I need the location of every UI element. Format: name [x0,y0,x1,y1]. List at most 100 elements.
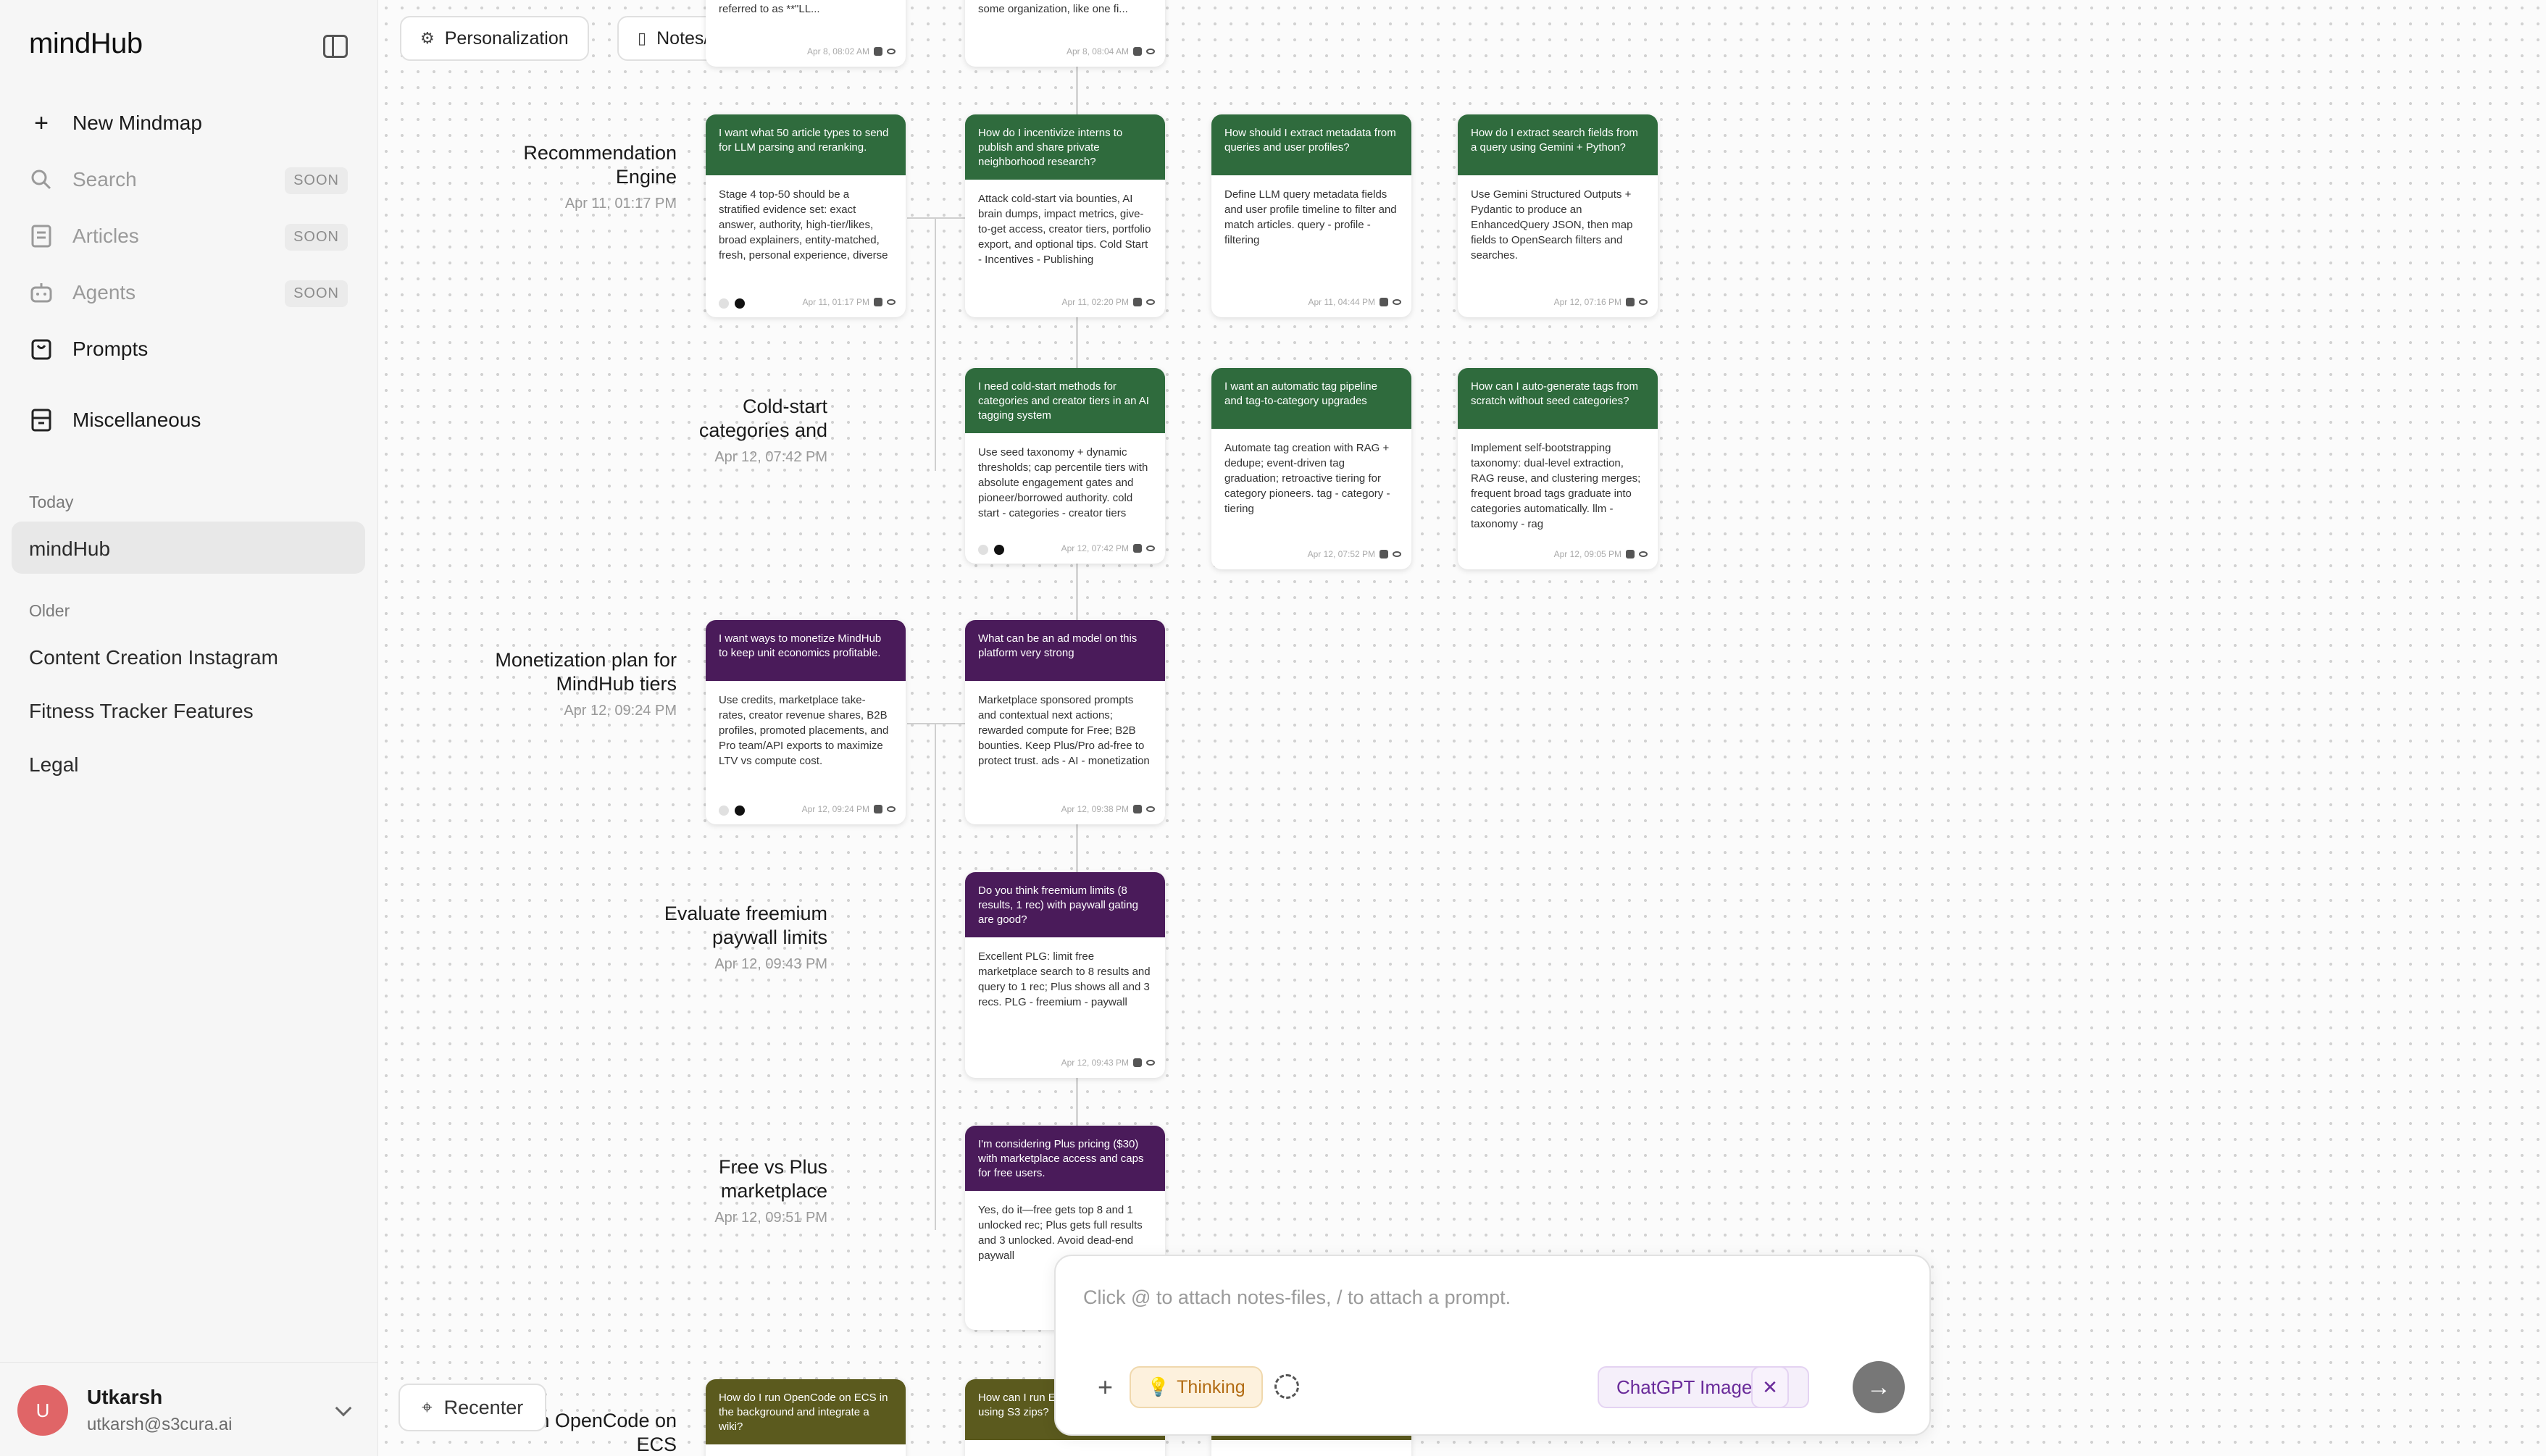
sidebar-item-miscellaneous[interactable]: Miscellaneous [29,398,348,442]
sidebar-item-label: Agents [72,281,136,304]
loading-circle-icon[interactable] [1274,1374,1299,1399]
sidebar-item-label: Prompts [72,338,149,360]
history-item[interactable]: Fitness Tracker Features [29,700,254,723]
card[interactable]: I need cold-start methods for categories… [965,368,1165,564]
card-answer: Use Gemini Structured Outputs + Pydantic… [1471,188,1633,262]
connector-line [907,723,965,724]
section-older: Older [29,601,70,620]
card[interactable]: How can I auto-generate tags from scratc… [1458,368,1658,569]
card-footer: Apr 12, 07:42 PM [1061,543,1155,553]
card[interactable]: How do I incentivize interns to publish … [965,114,1165,317]
card[interactable]: some organization, like one fi... Apr 8,… [965,0,1165,67]
card-question: How can I auto-generate tags from scratc… [1458,368,1658,429]
node-date: Apr 12, 07:42 PM [714,449,827,465]
card-question: What can be an ad model on this platform… [965,620,1165,681]
eye-icon [887,806,896,812]
user-menu[interactable]: U Utkarsh utkarsh@s3cura.ai [0,1362,378,1456]
eye-icon [1146,1060,1155,1066]
card-answer: Define LLM query metadata fields and use… [1224,188,1397,246]
new-mindmap-label: New Mindmap [72,112,202,134]
history-item[interactable]: mindHub [29,537,110,561]
sidebar-item-prompts[interactable]: Prompts [29,327,348,371]
eye-icon [1146,49,1155,54]
card-footer: Apr 12, 07:16 PM [1554,297,1648,307]
composer[interactable]: Click @ to attach notes-files, / to atta… [1054,1255,1931,1436]
card-answer: Implement self-bootstrapping taxonomy: d… [1471,442,1641,530]
robot-icon [29,280,54,305]
card-question: How should I extract metadata from queri… [1211,114,1411,175]
connector-line [935,723,936,1230]
chevron-down-icon[interactable] [335,1399,352,1417]
node-date: Apr 11, 01:17 PM [564,196,677,212]
layers-icon [874,805,882,813]
card-footer: Apr 8, 08:04 AM [1067,46,1155,57]
history-item[interactable]: Legal [29,753,79,777]
card-date: Apr 12, 07:42 PM [1061,543,1129,553]
card[interactable]: Do you think freemium limits (8 results,… [965,872,1165,1078]
card[interactable]: How do I extract search fields from a qu… [1458,114,1658,317]
card-date: Apr 11, 02:20 PM [1061,297,1130,307]
box-icon [29,408,54,432]
card-date: Apr 12, 07:52 PM [1307,549,1375,559]
card[interactable]: referred to as **"LL... Apr 8, 08:02 AM [706,0,906,67]
sidebar-item-label: Articles [72,225,139,247]
collapse-sidebar-icon[interactable] [323,35,348,58]
user-icon [719,298,729,309]
sidebar-item-articles[interactable]: Articles SOON [29,214,348,258]
user-icon [978,545,988,555]
soon-badge: SOON [285,280,348,307]
card-date: Apr 8, 08:02 AM [806,46,869,57]
node-date: Apr 12, 09:51 PM [714,1210,827,1226]
layers-icon [1133,544,1142,553]
layers-icon [1626,550,1635,558]
sidebar-item-search[interactable]: Search SOON [29,158,348,201]
card[interactable]: I want an automatic tag pipeline and tag… [1211,368,1411,569]
card-date: Apr 12, 09:24 PM [801,804,869,814]
layers-icon [1380,550,1388,558]
openai-icon [735,806,745,816]
node-title[interactable]: Recommendation Engine [458,141,677,189]
recenter-label: Recenter [443,1396,524,1418]
personalization-button[interactable]: ⚙ Personalization [400,16,589,61]
history-item[interactable]: Content Creation Instagram [29,646,278,669]
eye-icon [1393,299,1401,305]
card[interactable]: How do I run OpenCode on ECS in the back… [706,1379,906,1456]
node-title[interactable]: Free vs Plus marketplace [668,1155,827,1203]
attach-plus-icon[interactable]: + [1098,1372,1113,1402]
eye-icon [887,49,896,54]
connector-line [907,217,965,219]
layers-icon [874,47,882,56]
plus-icon: + [34,109,49,137]
search-icon [29,167,54,192]
card[interactable]: I want ways to monetize MindHub to keep … [706,620,906,824]
send-button[interactable]: → [1853,1361,1905,1413]
new-mindmap-button[interactable]: + New Mindmap [29,101,348,145]
node-title[interactable]: Evaluate freemium paywall limits [654,902,827,950]
layers-icon [1133,47,1142,56]
card-icons [719,806,745,816]
close-icon[interactable]: ✕ [1751,1366,1789,1408]
connector-line [935,217,936,471]
node-title[interactable]: Monetization plan for MindHub tiers [458,648,677,696]
brand-logo: mindHub [29,28,143,59]
user-name: Utkarsh [87,1386,163,1408]
card-date: Apr 12, 09:05 PM [1553,549,1621,559]
mindmap-canvas[interactable]: ⚙ Personalization ▯ Notes/Files referred… [378,0,2546,1456]
sliders-icon: ⚙ [420,29,435,47]
card[interactable]: What can be an ad model on this platform… [965,620,1165,824]
node-title[interactable]: Cold-start categories and [668,395,827,443]
soon-badge: SOON [285,224,348,251]
card-question: How do I run OpenCode on ECS in the back… [706,1379,906,1444]
recenter-button[interactable]: ⌖ Recenter [398,1384,547,1431]
sidebar: mindHub + New Mindmap Search SOON Articl… [0,0,378,1456]
card-footer: Apr 11, 04:44 PM [1309,297,1401,307]
card[interactable]: I want what 50 article types to send for… [706,114,906,317]
card-question: Do you think freemium limits (8 results,… [965,872,1165,937]
card[interactable]: How should I extract metadata from queri… [1211,114,1411,317]
composer-input[interactable]: Click @ to attach notes-files, / to atta… [1083,1286,1511,1309]
thinking-toggle[interactable]: 💡 Thinking [1130,1366,1263,1408]
file-icon: ▯ [638,29,647,47]
sidebar-item-agents[interactable]: Agents SOON [29,271,348,314]
openai-icon [994,545,1004,555]
card-date: Apr 8, 08:04 AM [1066,46,1129,57]
